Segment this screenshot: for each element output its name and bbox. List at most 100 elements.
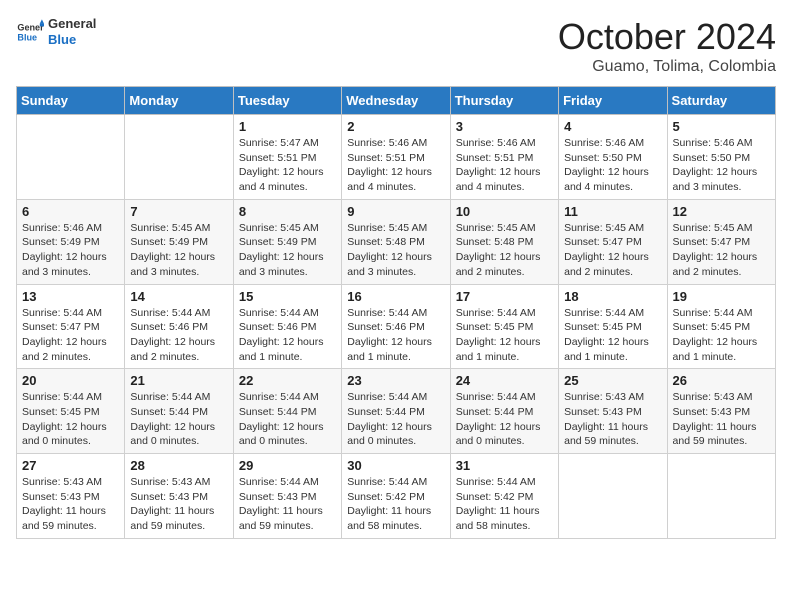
- weekday-header-tuesday: Tuesday: [233, 87, 341, 115]
- calendar-cell: [559, 454, 667, 539]
- day-info: Sunrise: 5:44 AMSunset: 5:44 PMDaylight:…: [456, 390, 553, 449]
- calendar-cell: 31Sunrise: 5:44 AMSunset: 5:42 PMDayligh…: [450, 454, 558, 539]
- day-info: Sunrise: 5:45 AMSunset: 5:48 PMDaylight:…: [347, 221, 444, 280]
- calendar-cell: 1 Sunrise: 5:47 AMSunset: 5:51 PMDaylight…: [233, 115, 341, 200]
- day-info: Sunrise: 5:47 AMSunset: 5:51 PMDaylight:…: [239, 136, 336, 195]
- calendar-cell: 20 Sunrise: 5:44 AMSunset: 5:45 PMDayligh…: [17, 369, 125, 454]
- day-number: 7: [130, 204, 227, 219]
- calendar-cell: 12 Sunrise: 5:45 AMSunset: 5:47 PMDayligh…: [667, 199, 775, 284]
- calendar-cell: 3 Sunrise: 5:46 AMSunset: 5:51 PMDaylight…: [450, 115, 558, 200]
- calendar-cell: 27 Sunrise: 5:43 AMSunset: 5:43 PMDayligh…: [17, 454, 125, 539]
- day-info: Sunrise: 5:46 AMSunset: 5:51 PMDaylight:…: [456, 136, 553, 195]
- calendar-cell: 23Sunrise: 5:44 AMSunset: 5:44 PMDayligh…: [342, 369, 450, 454]
- day-info: Sunrise: 5:44 AMSunset: 5:47 PMDaylight:…: [22, 306, 119, 365]
- day-number: 8: [239, 204, 336, 219]
- day-info: Sunrise: 5:43 AMSunset: 5:43 PMDaylight:…: [130, 475, 227, 534]
- weekday-header-sunday: Sunday: [17, 87, 125, 115]
- day-info: Sunrise: 5:43 AMSunset: 5:43 PMDaylight:…: [564, 390, 661, 449]
- day-number: 15: [239, 289, 336, 304]
- calendar-cell: [667, 454, 775, 539]
- day-number: 5: [673, 119, 770, 134]
- calendar-cell: 15 Sunrise: 5:44 AMSunset: 5:46 PMDayligh…: [233, 284, 341, 369]
- logo-text-general: General: [48, 16, 96, 32]
- weekday-header-saturday: Saturday: [667, 87, 775, 115]
- calendar-cell: 29 Sunrise: 5:44 AMSunset: 5:43 PMDayligh…: [233, 454, 341, 539]
- day-number: 6: [22, 204, 119, 219]
- calendar-cell: 24Sunrise: 5:44 AMSunset: 5:44 PMDayligh…: [450, 369, 558, 454]
- day-info: Sunrise: 5:46 AMSunset: 5:50 PMDaylight:…: [564, 136, 661, 195]
- day-number: 29: [239, 458, 336, 473]
- logo-icon: General Blue: [16, 18, 44, 46]
- calendar-cell: 4Sunrise: 5:46 AMSunset: 5:50 PMDaylight…: [559, 115, 667, 200]
- day-number: 10: [456, 204, 553, 219]
- day-number: 12: [673, 204, 770, 219]
- day-number: 28: [130, 458, 227, 473]
- day-number: 18: [564, 289, 661, 304]
- day-number: 20: [22, 373, 119, 388]
- day-number: 19: [673, 289, 770, 304]
- calendar-body: 1 Sunrise: 5:47 AMSunset: 5:51 PMDaylight…: [17, 115, 776, 539]
- calendar-cell: [17, 115, 125, 200]
- location-title: Guamo, Tolima, Colombia: [558, 58, 776, 76]
- day-number: 16: [347, 289, 444, 304]
- day-info: Sunrise: 5:44 AMSunset: 5:43 PMDaylight:…: [239, 475, 336, 534]
- day-info: Sunrise: 5:44 AMSunset: 5:44 PMDaylight:…: [130, 390, 227, 449]
- day-number: 13: [22, 289, 119, 304]
- day-info: Sunrise: 5:44 AMSunset: 5:42 PMDaylight:…: [347, 475, 444, 534]
- day-number: 21: [130, 373, 227, 388]
- day-number: 25: [564, 373, 661, 388]
- day-info: Sunrise: 5:45 AMSunset: 5:47 PMDaylight:…: [673, 221, 770, 280]
- weekday-header-thursday: Thursday: [450, 87, 558, 115]
- day-number: 27: [22, 458, 119, 473]
- day-info: Sunrise: 5:44 AMSunset: 5:44 PMDaylight:…: [239, 390, 336, 449]
- svg-text:Blue: Blue: [17, 32, 37, 42]
- day-info: Sunrise: 5:45 AMSunset: 5:47 PMDaylight:…: [564, 221, 661, 280]
- calendar-cell: 16Sunrise: 5:44 AMSunset: 5:46 PMDayligh…: [342, 284, 450, 369]
- day-info: Sunrise: 5:44 AMSunset: 5:46 PMDaylight:…: [239, 306, 336, 365]
- calendar-cell: 8 Sunrise: 5:45 AMSunset: 5:49 PMDaylight…: [233, 199, 341, 284]
- day-number: 14: [130, 289, 227, 304]
- day-info: Sunrise: 5:43 AMSunset: 5:43 PMDaylight:…: [22, 475, 119, 534]
- calendar-cell: 9Sunrise: 5:45 AMSunset: 5:48 PMDaylight…: [342, 199, 450, 284]
- day-number: 30: [347, 458, 444, 473]
- day-info: Sunrise: 5:44 AMSunset: 5:45 PMDaylight:…: [564, 306, 661, 365]
- calendar-week-row: 27 Sunrise: 5:43 AMSunset: 5:43 PMDayligh…: [17, 454, 776, 539]
- calendar-cell: 11Sunrise: 5:45 AMSunset: 5:47 PMDayligh…: [559, 199, 667, 284]
- calendar-header-row: SundayMondayTuesdayWednesdayThursdayFrid…: [17, 87, 776, 115]
- header: General Blue General Blue October 2024 G…: [16, 16, 776, 76]
- day-number: 22: [239, 373, 336, 388]
- day-info: Sunrise: 5:46 AMSunset: 5:51 PMDaylight:…: [347, 136, 444, 195]
- day-info: Sunrise: 5:45 AMSunset: 5:49 PMDaylight:…: [239, 221, 336, 280]
- logo-text-blue: Blue: [48, 32, 96, 48]
- calendar-week-row: 6 Sunrise: 5:46 AMSunset: 5:49 PMDaylight…: [17, 199, 776, 284]
- calendar-cell: 10 Sunrise: 5:45 AMSunset: 5:48 PMDayligh…: [450, 199, 558, 284]
- calendar-cell: 2 Sunrise: 5:46 AMSunset: 5:51 PMDaylight…: [342, 115, 450, 200]
- calendar-cell: 30 Sunrise: 5:44 AMSunset: 5:42 PMDayligh…: [342, 454, 450, 539]
- day-info: Sunrise: 5:46 AMSunset: 5:50 PMDaylight:…: [673, 136, 770, 195]
- day-number: 23: [347, 373, 444, 388]
- calendar-cell: 18 Sunrise: 5:44 AMSunset: 5:45 PMDayligh…: [559, 284, 667, 369]
- month-title: October 2024: [558, 16, 776, 58]
- title-area: October 2024 Guamo, Tolima, Colombia: [558, 16, 776, 76]
- day-number: 2: [347, 119, 444, 134]
- day-number: 3: [456, 119, 553, 134]
- day-info: Sunrise: 5:44 AMSunset: 5:45 PMDaylight:…: [456, 306, 553, 365]
- calendar-cell: 25 Sunrise: 5:43 AMSunset: 5:43 PMDayligh…: [559, 369, 667, 454]
- day-number: 26: [673, 373, 770, 388]
- weekday-header-friday: Friday: [559, 87, 667, 115]
- calendar-week-row: 20 Sunrise: 5:44 AMSunset: 5:45 PMDayligh…: [17, 369, 776, 454]
- calendar-week-row: 13 Sunrise: 5:44 AMSunset: 5:47 PMDayligh…: [17, 284, 776, 369]
- day-number: 31: [456, 458, 553, 473]
- weekday-header-monday: Monday: [125, 87, 233, 115]
- calendar-cell: 26Sunrise: 5:43 AMSunset: 5:43 PMDayligh…: [667, 369, 775, 454]
- day-number: 17: [456, 289, 553, 304]
- calendar-cell: 21 Sunrise: 5:44 AMSunset: 5:44 PMDayligh…: [125, 369, 233, 454]
- day-number: 1: [239, 119, 336, 134]
- calendar-week-row: 1 Sunrise: 5:47 AMSunset: 5:51 PMDaylight…: [17, 115, 776, 200]
- day-info: Sunrise: 5:44 AMSunset: 5:45 PMDaylight:…: [22, 390, 119, 449]
- day-info: Sunrise: 5:46 AMSunset: 5:49 PMDaylight:…: [22, 221, 119, 280]
- day-info: Sunrise: 5:44 AMSunset: 5:46 PMDaylight:…: [130, 306, 227, 365]
- day-info: Sunrise: 5:45 AMSunset: 5:48 PMDaylight:…: [456, 221, 553, 280]
- day-info: Sunrise: 5:44 AMSunset: 5:45 PMDaylight:…: [673, 306, 770, 365]
- calendar-cell: 5 Sunrise: 5:46 AMSunset: 5:50 PMDaylight…: [667, 115, 775, 200]
